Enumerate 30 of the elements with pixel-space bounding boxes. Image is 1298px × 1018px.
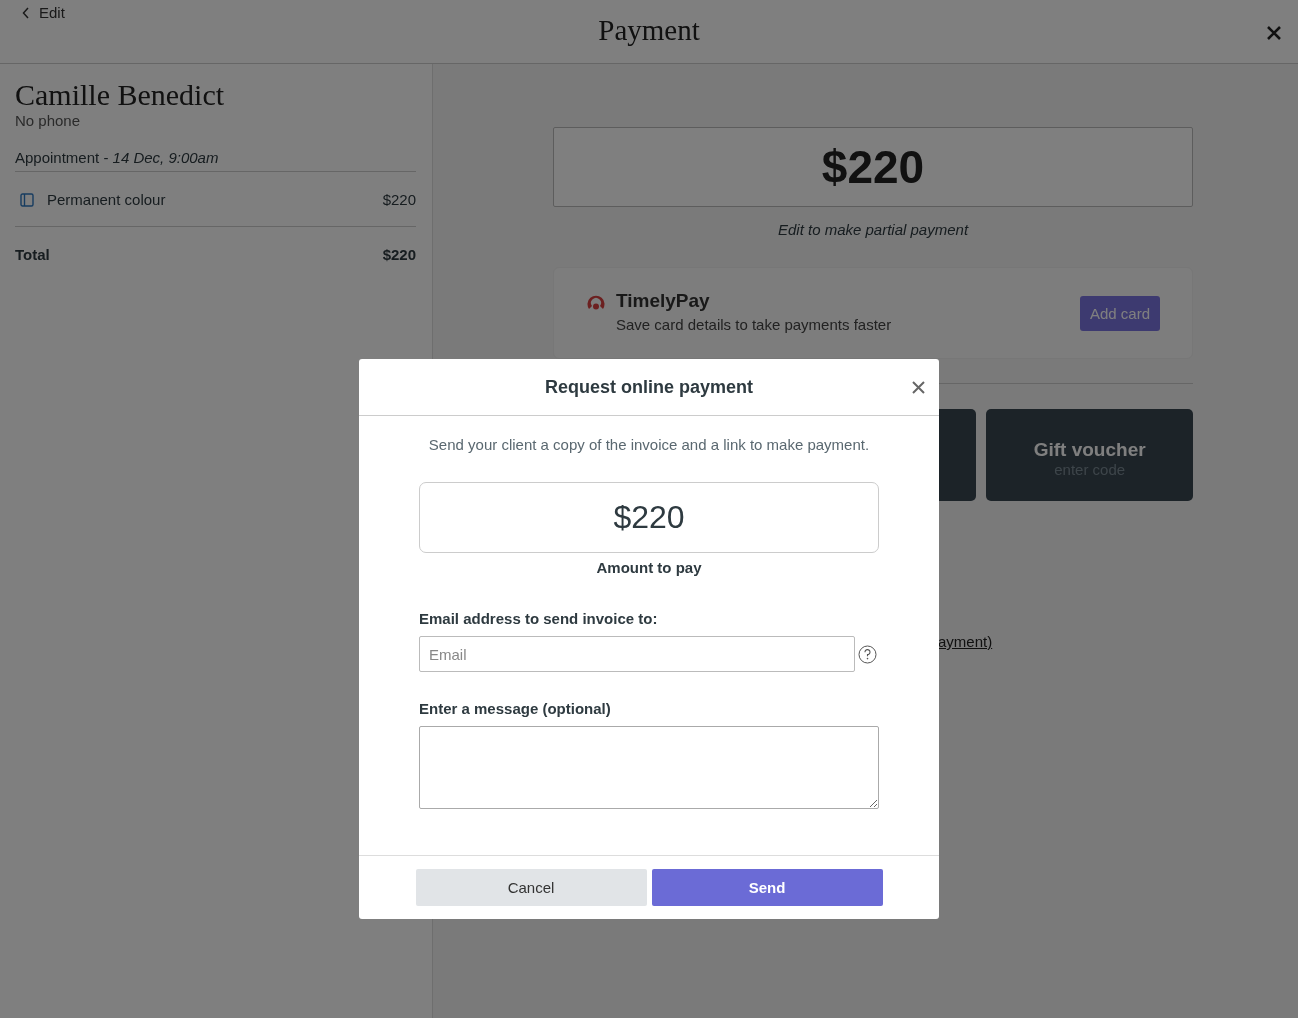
partial-payment-link[interactable]: ayment) (938, 633, 1193, 650)
service-icon (20, 192, 34, 207)
cancel-button[interactable]: Cancel (415, 869, 647, 906)
help-icon[interactable] (858, 644, 877, 664)
email-label: Email address to send invoice to: (419, 610, 659, 627)
dialog-intro: Send your client a copy of the invoice and a link to make payment. (427, 436, 871, 453)
client-phone: No phone (15, 112, 82, 129)
client-name: Camille Benedict (15, 78, 226, 112)
appointment-label: Appointment - 14 Dec, 9:00am (15, 149, 416, 172)
timelypay-name: TimelyPay (616, 290, 711, 312)
add-card-button[interactable]: Add card (1079, 296, 1160, 331)
partial-payment-hint: Edit to make partial payment (776, 221, 970, 238)
service-name: Permanent colour (47, 191, 167, 208)
service-price: $220 (382, 191, 416, 208)
amount-field[interactable]: $220 (419, 482, 879, 553)
total-amount: $220 (382, 246, 416, 263)
chevron-left-icon (22, 6, 30, 19)
dialog-title: Request online payment (544, 376, 753, 398)
send-button[interactable]: Send (651, 869, 883, 906)
total-label: Total (15, 246, 50, 263)
message-field[interactable] (419, 726, 879, 809)
email-field[interactable]: Email (419, 636, 855, 672)
close-icon[interactable] (1267, 26, 1281, 40)
close-icon[interactable] (912, 381, 925, 394)
amount-label: Amount to pay (595, 559, 703, 576)
page-title: Payment (598, 14, 700, 47)
back-link[interactable]: Edit (22, 4, 65, 21)
amount-field[interactable]: $220 (553, 127, 1193, 207)
timelypay-description: Save card details to take payments faster (616, 316, 893, 333)
message-label: Enter a message (optional) (419, 700, 612, 717)
